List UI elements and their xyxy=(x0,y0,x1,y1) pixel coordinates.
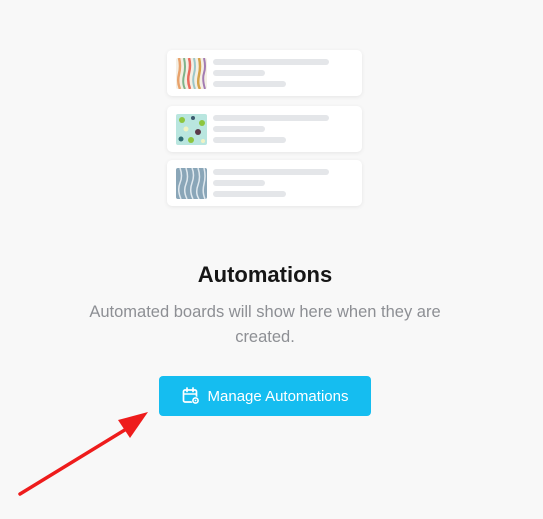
empty-state-description: Automated boards will show here when the… xyxy=(89,303,441,346)
board-thumbnail xyxy=(176,168,207,199)
placeholder-line xyxy=(213,126,265,132)
placeholder-line xyxy=(213,115,329,121)
placeholder-line xyxy=(213,191,286,197)
placeholder-line xyxy=(213,169,329,175)
illustration-card xyxy=(167,50,362,96)
placeholder-line xyxy=(213,137,286,143)
placeholder-line xyxy=(213,70,265,76)
manage-automations-label: Manage Automations xyxy=(207,387,349,405)
placeholder-line xyxy=(213,81,286,87)
illustration-card xyxy=(167,160,362,206)
calendar-gear-icon xyxy=(182,387,200,405)
empty-state-title: Automations xyxy=(197,262,333,287)
manage-automations-button[interactable]: Manage Automations xyxy=(159,376,371,416)
board-list-illustration xyxy=(167,50,362,208)
board-thumbnail xyxy=(176,114,207,145)
placeholder-line xyxy=(213,180,265,186)
illustration-card xyxy=(167,106,362,152)
board-thumbnail xyxy=(176,58,207,89)
placeholder-line xyxy=(213,59,329,65)
